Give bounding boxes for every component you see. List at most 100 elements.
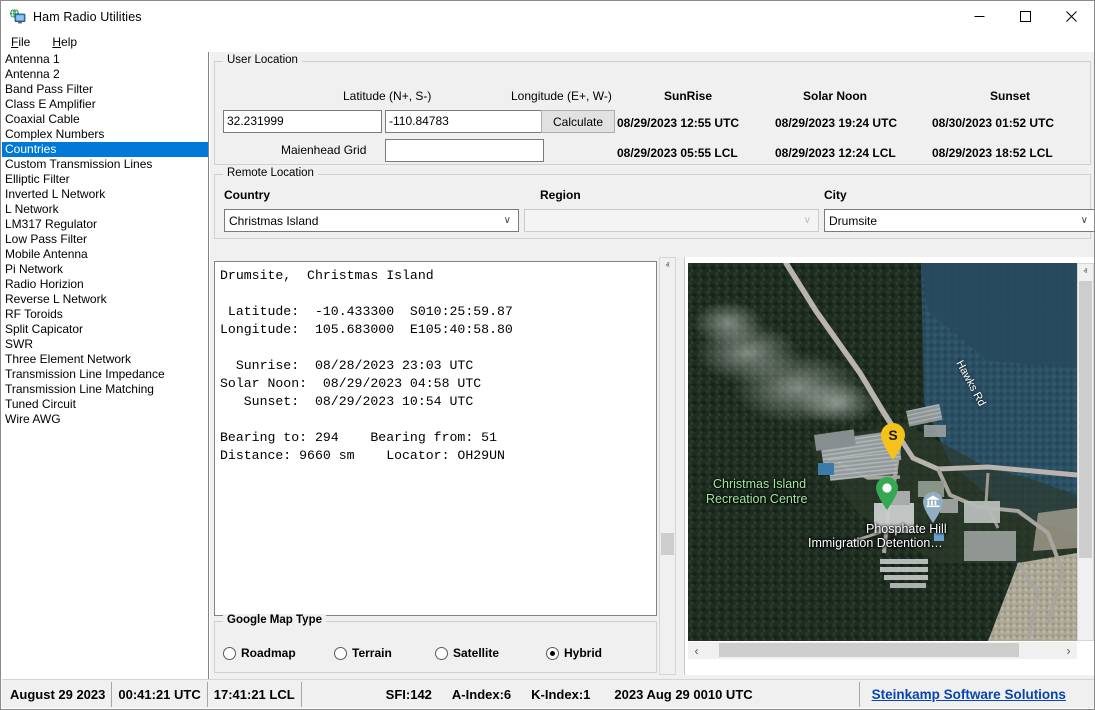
region-dropdown[interactable]: ∨ (524, 209, 819, 232)
radio-dot-icon (435, 647, 448, 660)
location-info-text: Drumsite, Christmas Island Latitude: -10… (215, 262, 656, 465)
title-bar: Ham Radio Utilities (1, 1, 1094, 32)
status-sfi: SFI:142 (380, 682, 438, 707)
radio-dot-icon (334, 647, 347, 660)
city-label: City (824, 188, 847, 202)
status-timestamp: 2023 Aug 29 0010 UTC (608, 682, 758, 707)
scroll-up-icon[interactable]: ⱏ (660, 258, 675, 274)
scroll-left-icon[interactable]: ‹ (688, 642, 705, 659)
map-vertical-scrollbar[interactable]: ⱏ ⱟ (1077, 263, 1094, 641)
sidebar-item-transmission-line-matching[interactable]: Transmission Line Matching (2, 382, 208, 397)
maidenhead-label: Maienhead Grid (281, 143, 366, 157)
panel-vertical-scrollbar[interactable]: ⱏ ⱟ (659, 257, 676, 675)
calculate-button[interactable]: Calculate (541, 110, 615, 133)
sidebar-item-pi-network[interactable]: Pi Network (2, 262, 208, 277)
sidebar-item-antenna-1[interactable]: Antenna 1 (2, 52, 208, 67)
place-pin[interactable] (874, 476, 900, 512)
solarnoon-utc: 08/29/2023 19:24 UTC (775, 116, 897, 130)
user-location-title: User Location (223, 54, 302, 66)
sidebar-item-split-capicator[interactable]: Split Capicator (2, 322, 208, 337)
sidebar-item-band-pass-filter[interactable]: Band Pass Filter (2, 82, 208, 97)
sidebar-item-reverse-l-network[interactable]: Reverse L Network (2, 292, 208, 307)
sidebar-item-wire-awg[interactable]: Wire AWG (2, 412, 208, 427)
sunrise-utc: 08/29/2023 12:55 UTC (617, 116, 739, 130)
latitude-input[interactable]: 32.231999 (223, 110, 382, 133)
chevron-down-icon: ∨ (804, 216, 811, 226)
menu-bar: File Help (1, 32, 1094, 52)
sunset-header: Sunset (990, 89, 1030, 103)
country-dropdown[interactable]: Christmas Island ∨ (224, 209, 519, 232)
solarnoon-lcl: 08/29/2023 12:24 LCL (775, 146, 896, 160)
city-value: Drumsite (829, 214, 877, 228)
location-info-panel: Drumsite, Christmas Island Latitude: -10… (214, 261, 657, 616)
sidebar-item-custom-transmission-lines[interactable]: Custom Transmission Lines (2, 157, 208, 172)
sidebar-item-complex-numbers[interactable]: Complex Numbers (2, 127, 208, 142)
map-horizontal-scrollbar[interactable]: ‹ › (688, 642, 1077, 659)
menu-file[interactable]: File (8, 34, 33, 50)
sidebar-item-countries[interactable]: Countries (2, 142, 208, 157)
sidebar-item-rf-toroids[interactable]: RF Toroids (2, 307, 208, 322)
close-button[interactable] (1048, 1, 1094, 32)
sidebar-item-mobile-antenna[interactable]: Mobile Antenna (2, 247, 208, 262)
radio-satellite[interactable]: Satellite (435, 646, 499, 660)
scroll-down-icon[interactable]: ⱟ (1078, 624, 1093, 640)
scroll-down-icon[interactable]: ⱟ (660, 658, 675, 674)
menu-help[interactable]: Help (49, 34, 80, 50)
sidebar-item-swr[interactable]: SWR (2, 337, 208, 352)
longitude-input[interactable]: -110.84783 (385, 110, 544, 133)
museum-pin[interactable] (921, 491, 947, 527)
sidebar-item-tuned-circuit[interactable]: Tuned Circuit (2, 397, 208, 412)
sidebar-item-low-pass-filter[interactable]: Low Pass Filter (2, 232, 208, 247)
radio-terrain[interactable]: Terrain (334, 646, 392, 660)
sidebar-item-elliptic-filter[interactable]: Elliptic Filter (2, 172, 208, 187)
status-local-time: 17:41:21 LCL (208, 682, 302, 707)
map-panel: Hawks Rd Christmas Island Recreation Cen… (684, 257, 1095, 675)
remote-location-group: Remote Location Country Region City Chri… (214, 174, 1091, 239)
content-pane: User Location Latitude (N+, S-) Longitud… (210, 52, 1095, 680)
map-type-group: Google Map Type Roadmap Terrain Satellit… (214, 621, 657, 673)
radio-hybrid-label: Hybrid (564, 646, 602, 660)
radio-roadmap[interactable]: Roadmap (223, 646, 296, 660)
maidenhead-input[interactable] (385, 139, 544, 162)
radio-roadmap-label: Roadmap (241, 646, 296, 660)
sidebar-item-three-element-network[interactable]: Three Element Network (2, 352, 208, 367)
country-label: Country (224, 188, 270, 202)
sidebar-item-antenna-2[interactable]: Antenna 2 (2, 67, 208, 82)
sidebar-item-radio-horizion[interactable]: Radio Horizion (2, 277, 208, 292)
scroll-up-icon[interactable]: ⱏ (1078, 264, 1093, 280)
vendor-link[interactable]: Steinkamp Software Solutions (859, 682, 1072, 707)
sidebar-item-transmission-line-impedance[interactable]: Transmission Line Impedance (2, 367, 208, 382)
remote-location-title: Remote Location (223, 167, 318, 179)
chevron-down-icon: ∨ (1081, 216, 1088, 226)
map-type-options: Roadmap Terrain Satellite Hybrid (223, 646, 648, 668)
sunset-lcl: 08/29/2023 18:52 LCL (932, 146, 1053, 160)
sidebar-item-lm317-regulator[interactable]: LM317 Regulator (2, 217, 208, 232)
radio-terrain-label: Terrain (352, 646, 392, 660)
map-type-title: Google Map Type (223, 614, 326, 626)
country-value: Christmas Island (229, 214, 318, 228)
sidebar-item-inverted-l-network[interactable]: Inverted L Network (2, 187, 208, 202)
radio-dot-icon (223, 647, 236, 660)
sidebar-item-l-network[interactable]: L Network (2, 202, 208, 217)
chevron-down-icon: ∨ (504, 216, 511, 226)
status-a-index: A-Index:6 (446, 682, 517, 707)
scroll-right-icon[interactable]: › (1060, 642, 1077, 659)
maximize-button[interactable] (1002, 1, 1048, 32)
svg-text:S: S (888, 427, 897, 443)
start-pin[interactable]: S (878, 421, 904, 457)
sidebar-item-class-e-amplifier[interactable]: Class E Amplifier (2, 97, 208, 112)
minimize-button[interactable] (956, 1, 1002, 32)
longitude-label: Longitude (E+, W-) (511, 89, 612, 103)
city-dropdown[interactable]: Drumsite ∨ (824, 209, 1095, 232)
status-k-index: K-Index:1 (525, 682, 596, 707)
utility-list[interactable]: Antenna 1 Antenna 2 Band Pass Filter Class … (2, 52, 209, 680)
globe-monitor-icon (9, 8, 26, 25)
radio-satellite-label: Satellite (453, 646, 499, 660)
scrollbar-thumb[interactable] (661, 533, 674, 555)
window-controls (956, 1, 1094, 32)
scrollbar-thumb[interactable] (1079, 281, 1092, 558)
radio-hybrid[interactable]: Hybrid (546, 646, 602, 660)
sidebar-item-coaxial-cable[interactable]: Coaxial Cable (2, 112, 208, 127)
scrollbar-thumb[interactable] (719, 643, 1019, 657)
map-viewport[interactable]: Hawks Rd Christmas Island Recreation Cen… (688, 263, 1077, 641)
